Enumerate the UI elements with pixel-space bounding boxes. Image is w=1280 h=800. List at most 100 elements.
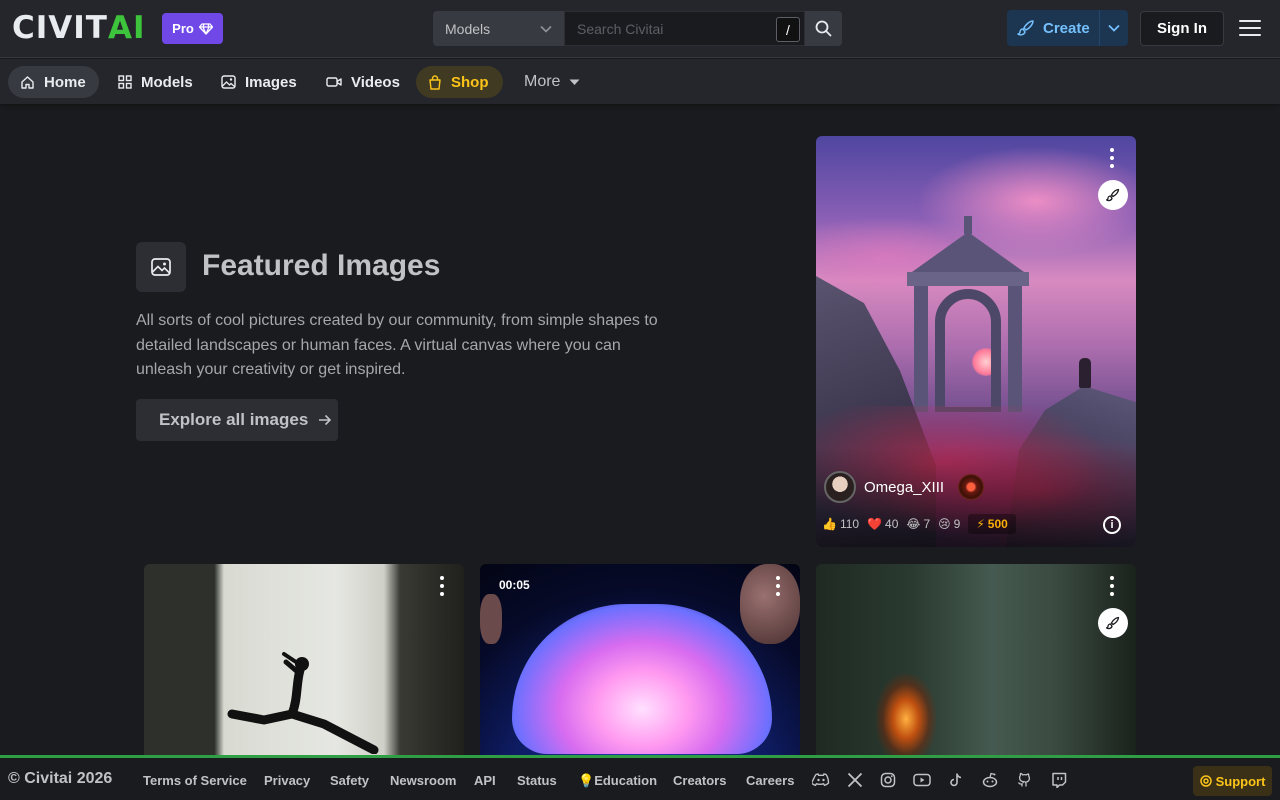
top-header: CIVIT AI Pro Models Search Civitai / Crea…: [0, 0, 1280, 58]
arrow-right-icon: [319, 414, 332, 426]
main-nav: Home Models Images Videos Shop More: [0, 59, 1280, 104]
image-author[interactable]: Omega_XIII: [824, 471, 985, 503]
image-content: [480, 594, 502, 644]
video-duration: 00:05: [499, 578, 530, 592]
reaction-count: 7: [923, 517, 931, 531]
search-category-select[interactable]: Models: [433, 11, 564, 46]
laugh-icon: 😂: [906, 517, 921, 531]
footer-link-education[interactable]: 💡Education: [578, 773, 657, 789]
create-label: Create: [1043, 19, 1090, 37]
remix-button[interactable]: [1098, 180, 1128, 210]
image-card[interactable]: [816, 564, 1136, 764]
info-icon[interactable]: i: [1103, 516, 1121, 534]
nav-item-shop[interactable]: Shop: [416, 66, 503, 98]
search-placeholder: Search Civitai: [577, 20, 664, 37]
explore-label: Explore all images: [159, 410, 309, 429]
github-icon[interactable]: [1015, 771, 1033, 789]
footer-link-label: Education: [594, 773, 658, 788]
reaction-cry[interactable]: 😢 9: [938, 517, 960, 531]
grid-icon: [118, 75, 132, 89]
reaction-count: 9: [953, 517, 961, 531]
civitai-logo[interactable]: CIVIT AI: [12, 12, 146, 44]
support-button[interactable]: Support: [1193, 766, 1272, 796]
copyright: © Civitai 2026: [8, 770, 113, 787]
buzz-count: 500: [987, 517, 1008, 531]
x-twitter-icon[interactable]: [846, 771, 864, 789]
featured-description: All sorts of cool pictures created by ou…: [136, 312, 658, 378]
cry-icon: 😢: [938, 517, 951, 531]
create-main-button[interactable]: Create: [1007, 10, 1099, 46]
reaction-count: 40: [885, 517, 899, 531]
search-icon: [815, 20, 832, 37]
search-button[interactable]: [805, 11, 842, 46]
support-label: Support: [1215, 773, 1266, 789]
brush-icon: [1017, 20, 1034, 36]
nav-more-dropdown[interactable]: More: [512, 66, 592, 98]
buzz-tip-button[interactable]: ⚡ 500: [968, 514, 1016, 534]
author-name[interactable]: Omega_XIII: [864, 479, 944, 496]
nav-item-label: Images: [245, 73, 297, 91]
footer-link-safety[interactable]: Safety: [330, 773, 369, 788]
jellyfish-image: [512, 604, 772, 754]
featured-title: Featured Images: [202, 249, 441, 282]
footer-link-privacy[interactable]: Privacy: [264, 773, 310, 788]
reaction-laugh[interactable]: 😂 7: [906, 517, 930, 531]
lifebuoy-icon: [1199, 775, 1212, 787]
nav-item-models[interactable]: Models: [106, 66, 205, 98]
chevron-down-icon: [540, 25, 552, 33]
footer-link-terms[interactable]: Terms of Service: [143, 773, 247, 788]
nav-item-label: Home: [44, 73, 86, 91]
nav-item-label: Videos: [351, 73, 400, 91]
image-card[interactable]: [144, 564, 464, 764]
reddit-icon[interactable]: [981, 771, 999, 789]
reactions-bar: 👍 110 ❤️ 40 😂 7 😢 9 ⚡ 500: [822, 514, 1016, 534]
reaction-count: 110: [839, 517, 860, 531]
pro-button[interactable]: Pro: [162, 13, 223, 44]
footer-link-status[interactable]: Status: [517, 773, 557, 788]
user-badge-icon: [958, 474, 985, 500]
tiktok-icon[interactable]: [947, 771, 965, 789]
card-menu-icon[interactable]: [439, 576, 445, 596]
footer-link-careers[interactable]: Careers: [746, 773, 794, 788]
remix-button[interactable]: [1098, 608, 1128, 638]
youtube-icon[interactable]: [913, 771, 931, 789]
create-button[interactable]: Create: [1007, 10, 1128, 46]
avatar[interactable]: [824, 471, 856, 503]
reaction-like[interactable]: 👍 110: [822, 517, 859, 531]
nav-item-label: Shop: [451, 73, 489, 91]
shopping-bag-icon: [429, 74, 441, 90]
create-dropdown-toggle[interactable]: [1099, 10, 1128, 46]
discord-icon[interactable]: [812, 771, 830, 789]
video-icon: [326, 77, 342, 87]
featured-image-card[interactable]: Omega_XIII 👍 110 ❤️ 40 😂 7 😢 9 ⚡ 500 i: [816, 136, 1136, 547]
temple-ruins-image: [907, 216, 1029, 412]
nav-item-home[interactable]: Home: [8, 66, 99, 98]
search-shortcut-key: /: [776, 17, 800, 42]
home-icon: [21, 75, 34, 89]
brush-icon: [1106, 188, 1120, 202]
caret-down-icon: [569, 79, 580, 85]
card-menu-icon[interactable]: [775, 576, 781, 596]
nav-item-videos[interactable]: Videos: [314, 66, 412, 98]
heart-icon: ❤️: [867, 517, 883, 531]
sign-in-button[interactable]: Sign In: [1140, 11, 1224, 46]
climber-silhouette-image: [227, 652, 379, 754]
footer-link-api[interactable]: API: [474, 773, 496, 788]
card-menu-icon[interactable]: [1109, 148, 1115, 168]
card-menu-icon[interactable]: [1109, 576, 1115, 596]
video-card[interactable]: 00:05: [480, 564, 800, 764]
thumbs-up-icon: 👍: [822, 517, 837, 531]
logo-text-civit: CIVIT: [12, 10, 108, 46]
explore-all-images-button[interactable]: Explore all images: [136, 399, 338, 441]
search-input[interactable]: Search Civitai /: [564, 11, 805, 46]
reaction-heart[interactable]: ❤️ 40: [867, 517, 898, 531]
menu-burger-icon[interactable]: [1239, 18, 1261, 38]
nav-item-images[interactable]: Images: [209, 66, 309, 98]
instagram-icon[interactable]: [879, 771, 897, 789]
image-icon: [151, 258, 171, 276]
footer-link-newsroom[interactable]: Newsroom: [390, 773, 456, 788]
footer-link-creators[interactable]: Creators: [673, 773, 726, 788]
lightbulb-icon: 💡: [578, 773, 595, 788]
twitch-icon[interactable]: [1050, 771, 1068, 789]
search-bar: Models Search Civitai /: [433, 11, 842, 46]
